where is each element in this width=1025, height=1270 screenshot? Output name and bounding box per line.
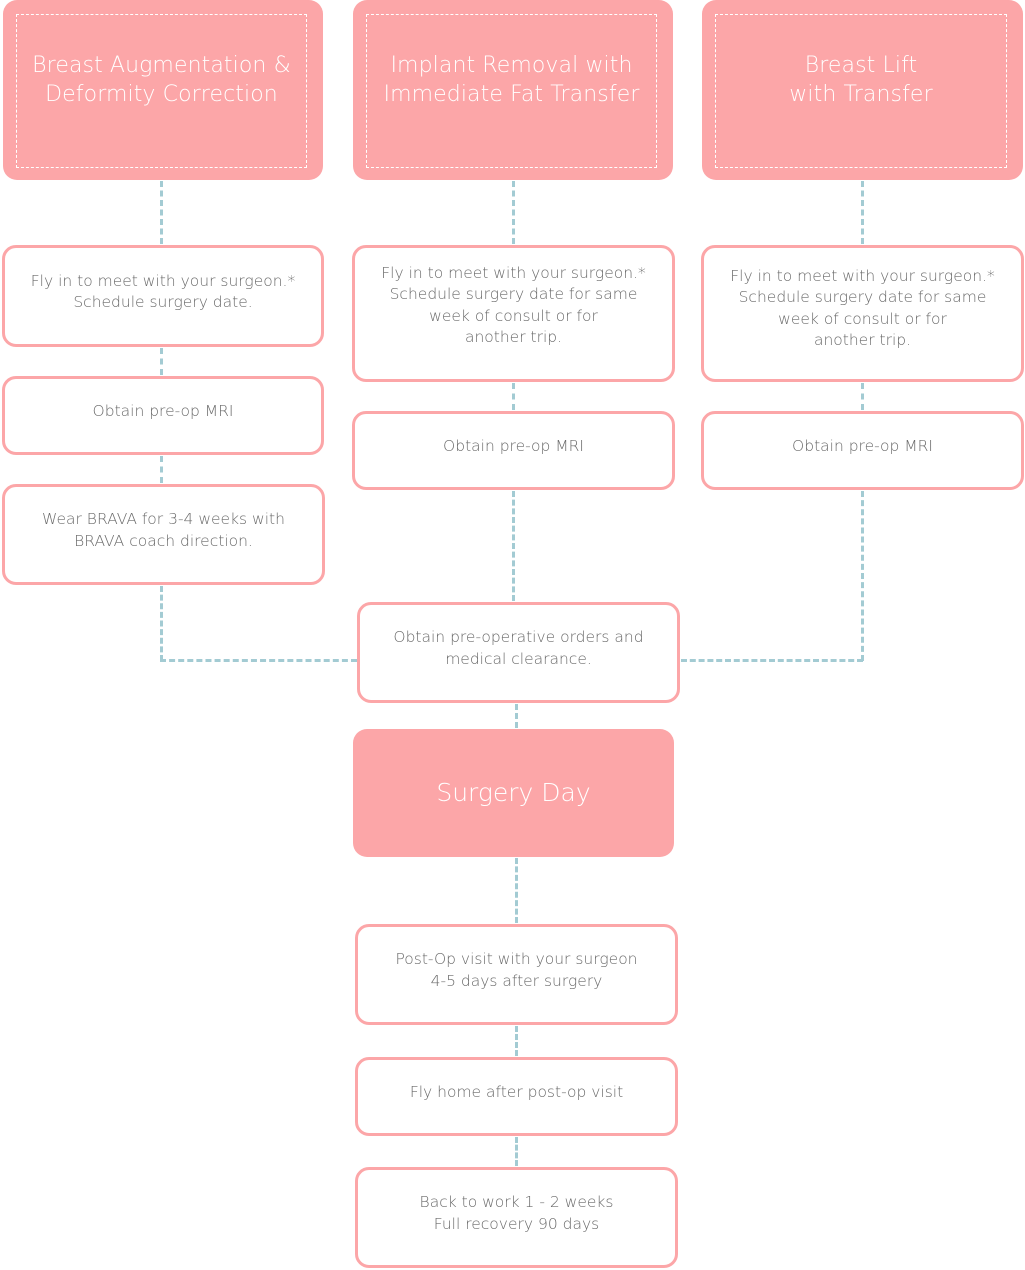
post-step-postop-visit: Post-Op visit with your surgeon 4-5 days… [355, 924, 678, 1025]
connector-surgery-to-postop [515, 858, 518, 923]
connector-merge-to-surgery [515, 704, 518, 728]
header-breast-lift: Breast Lift with Transfer [702, 0, 1023, 180]
step-text: Back to work 1 - 2 weeks Full recovery 9… [419, 1193, 614, 1233]
post-step-fly-home: Fly home after post-op visit [355, 1057, 678, 1136]
connector-flyhome-to-work [515, 1137, 518, 1166]
connector-col3-down [861, 491, 864, 661]
col3-step-consult: Fly in to meet with your surgeon.* Sched… [701, 245, 1024, 382]
header-dashed-frame: Breast Lift with Transfer [715, 14, 1007, 168]
step-text: Fly in to meet with your surgeon.* Sched… [30, 271, 296, 312]
col1-step-brava: Wear BRAVA for 3-4 weeks with BRAVA coac… [2, 484, 325, 585]
post-step-recovery: Back to work 1 - 2 weeks Full recovery 9… [355, 1167, 678, 1268]
connector-col2-header [512, 181, 515, 244]
header-title: Breast Augmentation & Deformity Correcti… [32, 53, 291, 107]
surgery-day-box: Surgery Day [353, 729, 674, 857]
col1-step-mri: Obtain pre-op MRI [2, 376, 324, 455]
connector-col2-step1 [512, 383, 515, 410]
step-text: Obtain pre-operative orders and medical … [393, 628, 644, 668]
step-text: Wear BRAVA for 3-4 weeks with BRAVA coac… [42, 510, 285, 550]
header-dashed-frame: Implant Removal with Immediate Fat Trans… [366, 14, 657, 168]
connector-col1-down [160, 586, 163, 661]
connector-col3-step1 [861, 383, 864, 410]
header-breast-augmentation: Breast Augmentation & Deformity Correcti… [3, 0, 323, 180]
col2-step-mri: Obtain pre-op MRI [352, 411, 675, 490]
step-text: Obtain pre-op MRI [443, 436, 584, 455]
connector-col3-header [861, 181, 864, 244]
connector-col1-step1 [160, 348, 163, 375]
connector-col1-header [160, 181, 163, 244]
connector-col3-to-merge [681, 659, 863, 662]
connector-col1-to-merge [160, 659, 357, 662]
col1-step-consult: Fly in to meet with your surgeon.* Sched… [2, 245, 324, 347]
step-text: Post-Op visit with your surgeon 4-5 days… [395, 950, 638, 990]
header-title: Breast Lift with Transfer [789, 53, 933, 107]
step-text: Fly in to meet with your surgeon.* Sched… [730, 266, 995, 350]
connector-col1-step2 [160, 456, 163, 483]
header-implant-removal: Implant Removal with Immediate Fat Trans… [353, 0, 673, 180]
connector-col2-to-merge [512, 491, 515, 601]
surgery-day-label: Surgery Day [436, 777, 591, 807]
step-text: Fly home after post-op visit [409, 1082, 624, 1101]
merge-step-preop-orders: Obtain pre-operative orders and medical … [357, 602, 680, 703]
connector-postop-to-flyhome [515, 1026, 518, 1056]
col3-step-mri: Obtain pre-op MRI [701, 411, 1024, 490]
col2-step-consult: Fly in to meet with your surgeon.* Sched… [352, 245, 675, 382]
header-title: Implant Removal with Immediate Fat Trans… [383, 53, 640, 107]
header-dashed-frame: Breast Augmentation & Deformity Correcti… [16, 14, 307, 168]
step-text: Fly in to meet with your surgeon.* Sched… [381, 263, 646, 347]
step-text: Obtain pre-op MRI [792, 436, 933, 455]
step-text: Obtain pre-op MRI [92, 401, 234, 420]
